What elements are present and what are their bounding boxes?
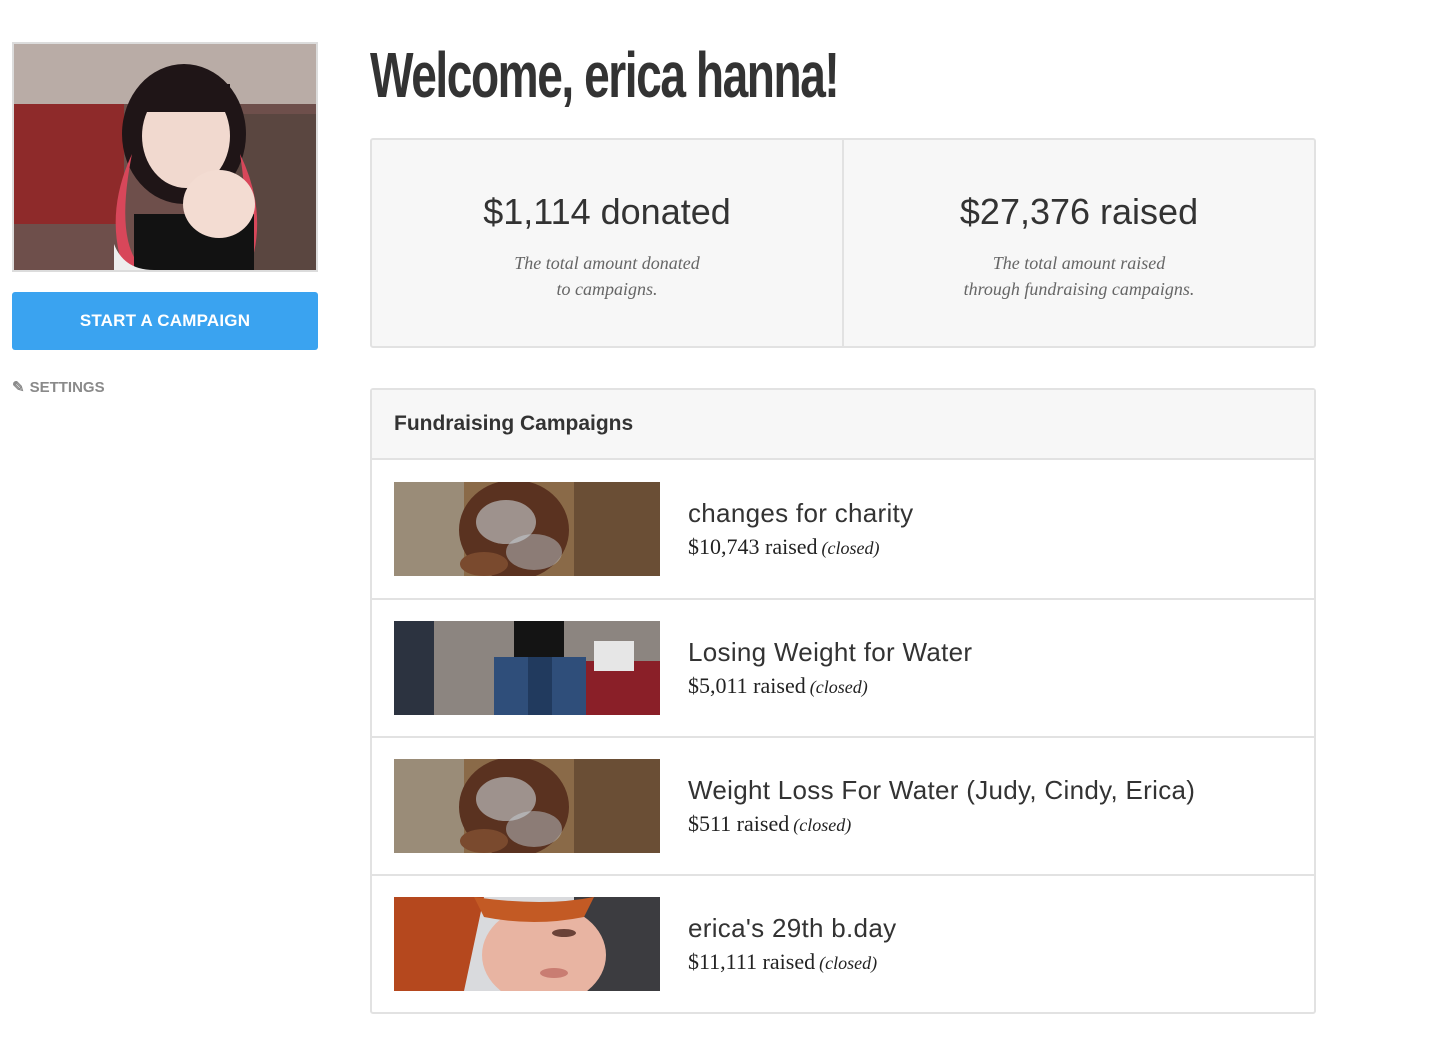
stat-donated-description: The total amount donated to campaigns. [514,250,700,302]
campaign-raised: $11,111 raised (closed) [688,947,896,978]
campaign-raised-amount: $511 raised [688,810,790,836]
campaign-thumbnail[interactable] [394,482,660,576]
avatar-photo [14,44,316,270]
campaign-row[interactable]: erica's 29th b.day $11,111 raised (closed… [372,874,1314,1012]
stat-raised: $27,376 raised The total amount raised t… [842,140,1314,346]
campaign-status: (closed) [793,814,852,835]
stat-raised-value: $27,376 raised [959,191,1199,232]
campaign-info: Weight Loss For Water (Judy, Cindy, Eric… [688,773,1195,840]
campaign-status: (closed) [819,952,878,973]
stat-raised-description: The total amount raised through fundrais… [964,250,1195,302]
campaign-title[interactable]: Weight Loss For Water (Judy, Cindy, Eric… [688,773,1195,807]
campaign-raised: $10,743 raised (closed) [688,532,913,563]
campaign-title[interactable]: erica's 29th b.day [688,911,896,945]
profile-sidebar: START A CAMPAIGN ✎ SETTINGS [12,42,318,396]
campaign-raised-amount: $11,111 raised [688,948,816,974]
campaign-info: erica's 29th b.day $11,111 raised (closed… [688,911,896,978]
campaign-title[interactable]: changes for charity [688,496,913,530]
campaign-row[interactable]: changes for charity $10,743 raised (close… [372,460,1314,598]
dashboard-main: Welcome, erica hanna! $1,114 donated The… [370,30,1316,1014]
birthday-portrait-image [394,897,660,991]
start-campaign-button[interactable]: START A CAMPAIGN [12,292,318,350]
campaign-thumbnail[interactable] [394,621,660,715]
stat-donated: $1,114 donated The total amount donated … [372,140,842,346]
weight-loss-image [394,621,660,715]
campaign-thumbnail[interactable] [394,897,660,991]
water-splash-image [394,759,660,853]
campaign-thumbnail[interactable] [394,759,660,853]
stat-raised-desc-line1: The total amount raised [992,253,1166,273]
fundraising-campaigns-panel: Fundraising Campaigns changes for charit… [370,388,1316,1014]
campaign-title[interactable]: Losing Weight for Water [688,635,972,669]
campaign-raised: $5,011 raised (closed) [688,671,972,702]
campaign-info: Losing Weight for Water $5,011 raised (cl… [688,635,972,702]
stats-panel: $1,114 donated The total amount donated … [370,138,1316,348]
settings-label: SETTINGS [29,378,105,396]
settings-link[interactable]: ✎ SETTINGS [12,378,318,397]
campaign-info: changes for charity $10,743 raised (close… [688,496,913,563]
stat-raised-desc-line2: through fundraising campaigns. [963,279,1195,299]
stat-donated-desc-line2: to campaigns. [556,279,658,299]
campaign-row[interactable]: Losing Weight for Water $5,011 raised (cl… [372,598,1314,736]
campaigns-header: Fundraising Campaigns [372,390,1314,460]
campaign-status: (closed) [809,676,868,697]
stat-donated-desc-line1: The total amount donated [514,253,700,273]
water-splash-image [394,482,660,576]
profile-avatar [12,42,318,272]
campaign-status: (closed) [821,537,880,558]
pencil-icon: ✎ [12,379,25,396]
page-title: Welcome, erica hanna! [370,39,840,111]
campaign-row[interactable]: Weight Loss For Water (Judy, Cindy, Eric… [372,736,1314,874]
campaign-raised: $511 raised (closed) [688,809,1195,840]
stat-donated-value: $1,114 donated [483,191,731,232]
campaign-raised-amount: $10,743 raised [688,533,818,559]
campaign-raised-amount: $5,011 raised [688,672,806,698]
